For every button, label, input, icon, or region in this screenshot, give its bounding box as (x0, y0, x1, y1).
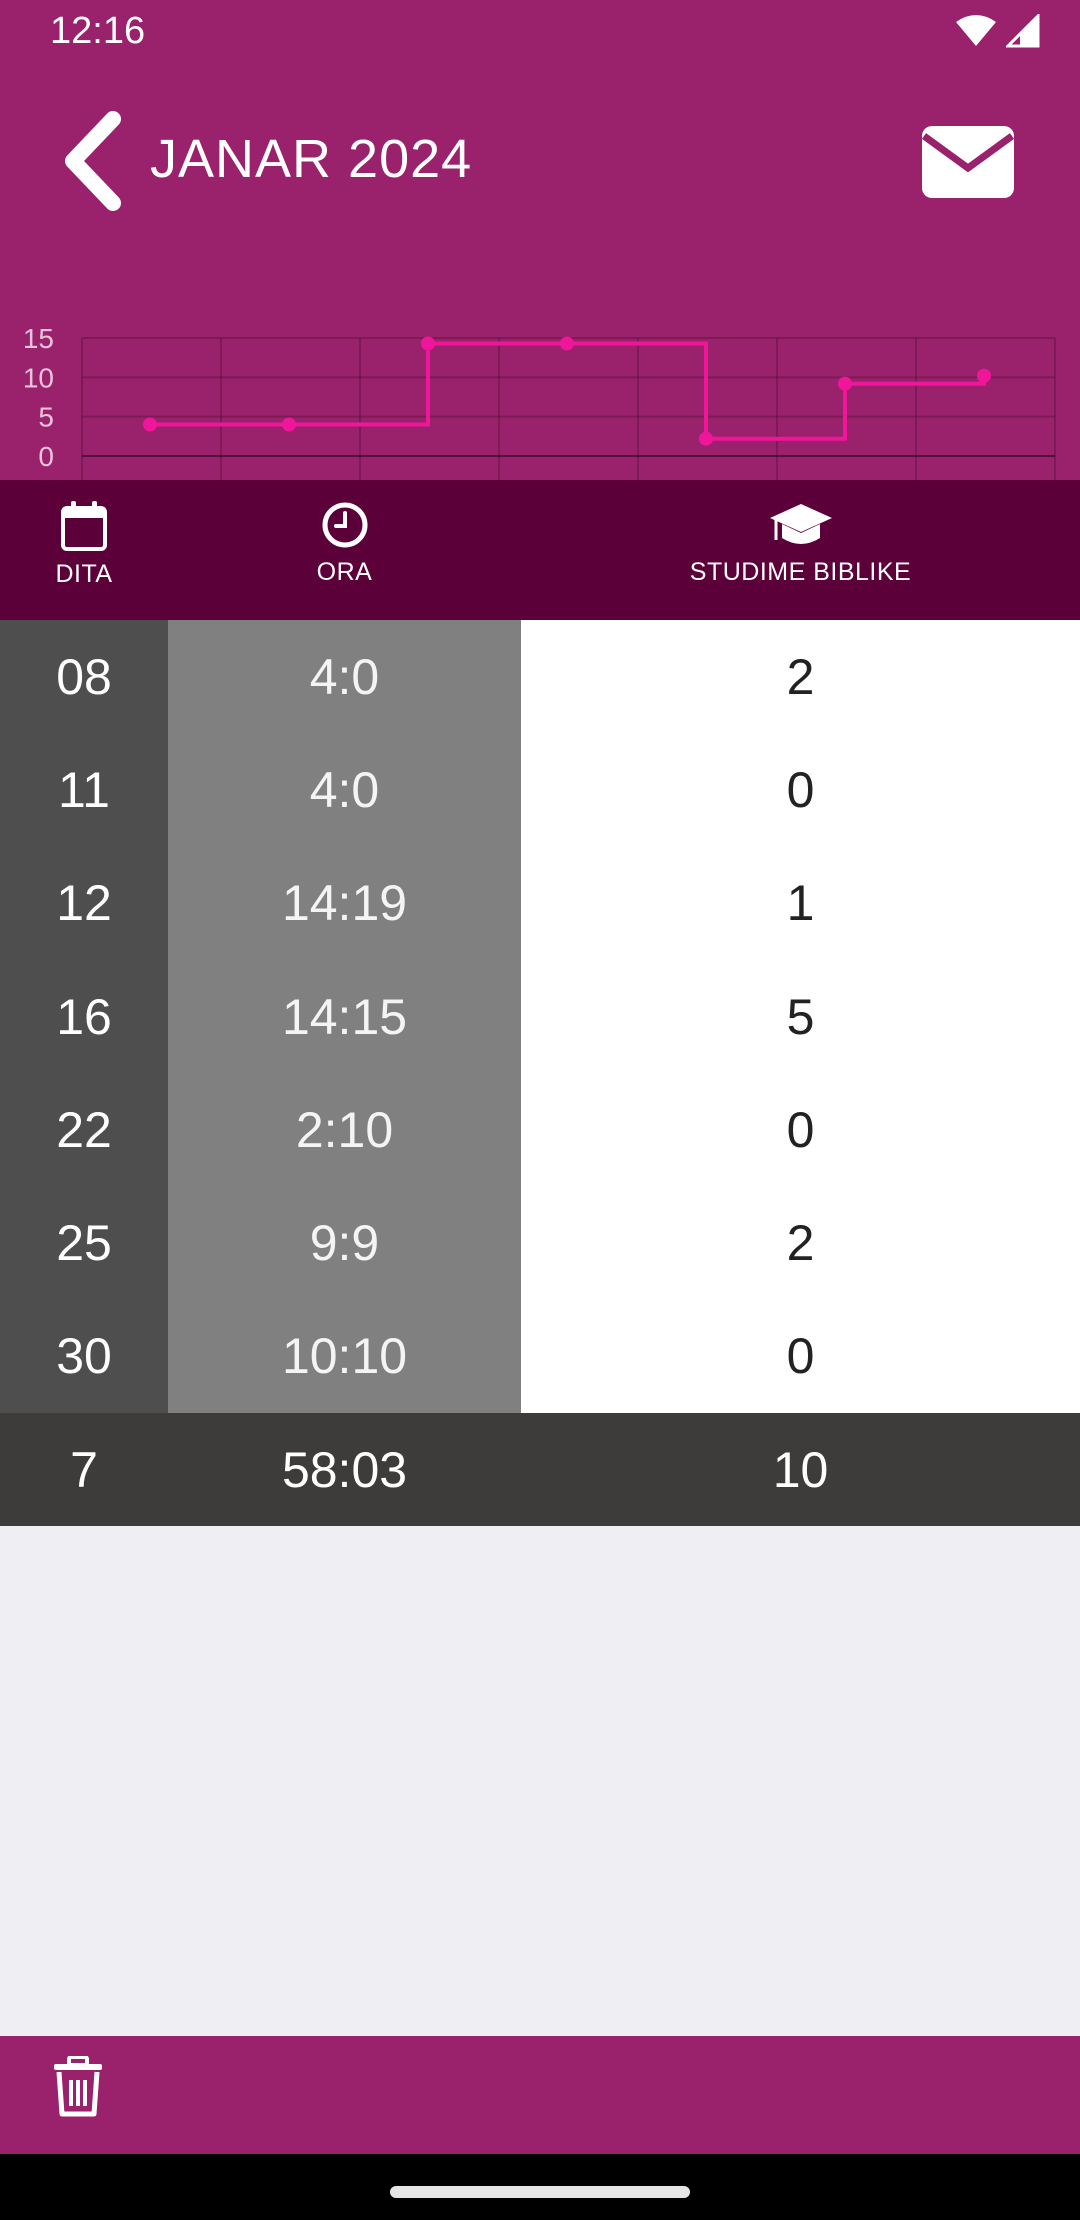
envelope-icon (921, 126, 1015, 198)
trash-icon (54, 2055, 102, 2117)
row-studies: 2 (521, 1186, 1080, 1300)
graduation-cap-icon (769, 504, 832, 544)
column-hours[interactable]: ORA (168, 480, 521, 620)
row-hours: 4:0 (168, 733, 521, 847)
column-hours-label: ORA (316, 558, 373, 586)
wifi-icon (956, 15, 996, 46)
row-hours: 4:0 (168, 620, 521, 734)
column-studies-label: STUDIME BIBLIKE (689, 558, 912, 586)
calendar-icon (61, 501, 107, 551)
chart-point (143, 417, 157, 432)
total-studies: 10 (772, 1441, 829, 1498)
system-nav-bar (0, 2154, 1080, 2220)
row-day: 30 (0, 1299, 168, 1414)
home-gesture-bar[interactable] (390, 2186, 690, 2198)
row-day: 08 (0, 620, 168, 734)
chart-point (977, 368, 991, 383)
records-table: 08 4:0 2 11 4:0 0 12 14:19 1 16 14:15 5 22 2:10 0 25 9:9… (0, 620, 1080, 1414)
totals-row: 7 58:03 10 (0, 1413, 1080, 1526)
chart-point (838, 376, 852, 391)
row-day: 25 (0, 1186, 168, 1300)
signal-icon (1006, 14, 1040, 48)
row-studies: 1 (521, 846, 1080, 960)
table-row[interactable]: 22 2:10 0 (0, 1073, 1080, 1187)
status-icons (954, 14, 1040, 48)
row-studies: 0 (521, 733, 1080, 847)
row-studies: 0 (521, 1073, 1080, 1187)
row-hours: 14:15 (168, 959, 521, 1074)
row-hours: 14:19 (168, 846, 521, 960)
table-row[interactable]: 16 14:15 5 (0, 959, 1080, 1074)
bottom-bar (0, 2036, 1080, 2154)
row-hours: 10:10 (168, 1299, 521, 1414)
chart-ytick-label: 10 (23, 362, 54, 393)
status-bar: 12:16 (0, 0, 1080, 66)
chart-point (699, 431, 713, 446)
back-button[interactable] (50, 106, 130, 216)
column-day-label: DITA (55, 560, 113, 588)
header: JANAR 2024 15105008111216222530 (0, 66, 1080, 514)
table-row[interactable]: 12 14:19 1 (0, 846, 1080, 960)
chart-series-line (150, 341, 986, 441)
row-day: 11 (0, 733, 168, 847)
chart-point (421, 336, 435, 351)
chevron-left-icon (65, 111, 121, 211)
delete-button[interactable] (52, 2055, 112, 2126)
chart-point (282, 417, 296, 432)
row-day: 12 (0, 846, 168, 960)
column-day[interactable]: DITA (0, 480, 168, 620)
row-studies: 0 (521, 1299, 1080, 1414)
row-hours: 9:9 (168, 1186, 521, 1300)
page-title: JANAR 2024 (150, 129, 473, 189)
column-studies[interactable]: STUDIME BIBLIKE (521, 480, 1080, 620)
row-day: 16 (0, 959, 168, 1074)
mail-button[interactable] (920, 124, 1020, 204)
total-hours: 58:03 (281, 1441, 408, 1498)
chart-ytick-label: 5 (38, 402, 54, 433)
clock-icon (322, 502, 367, 548)
row-day: 22 (0, 1073, 168, 1187)
status-time: 12:16 (50, 10, 146, 52)
table-row[interactable]: 11 4:0 0 (0, 733, 1080, 847)
row-hours: 2:10 (168, 1073, 521, 1187)
row-studies: 5 (521, 959, 1080, 1074)
chart-ytick-label: 0 (38, 441, 54, 472)
chart-ytick-label: 15 (23, 323, 54, 354)
chart-point (560, 336, 574, 351)
table-row[interactable]: 25 9:9 2 (0, 1186, 1080, 1300)
table-row[interactable]: 30 10:10 0 (0, 1299, 1080, 1414)
total-days: 7 (70, 1441, 98, 1498)
column-header-bar: DITA ORA STUDIME BIBLIKE (0, 480, 1080, 620)
row-studies: 2 (521, 620, 1080, 734)
table-row[interactable]: 08 4:0 2 (0, 620, 1080, 734)
